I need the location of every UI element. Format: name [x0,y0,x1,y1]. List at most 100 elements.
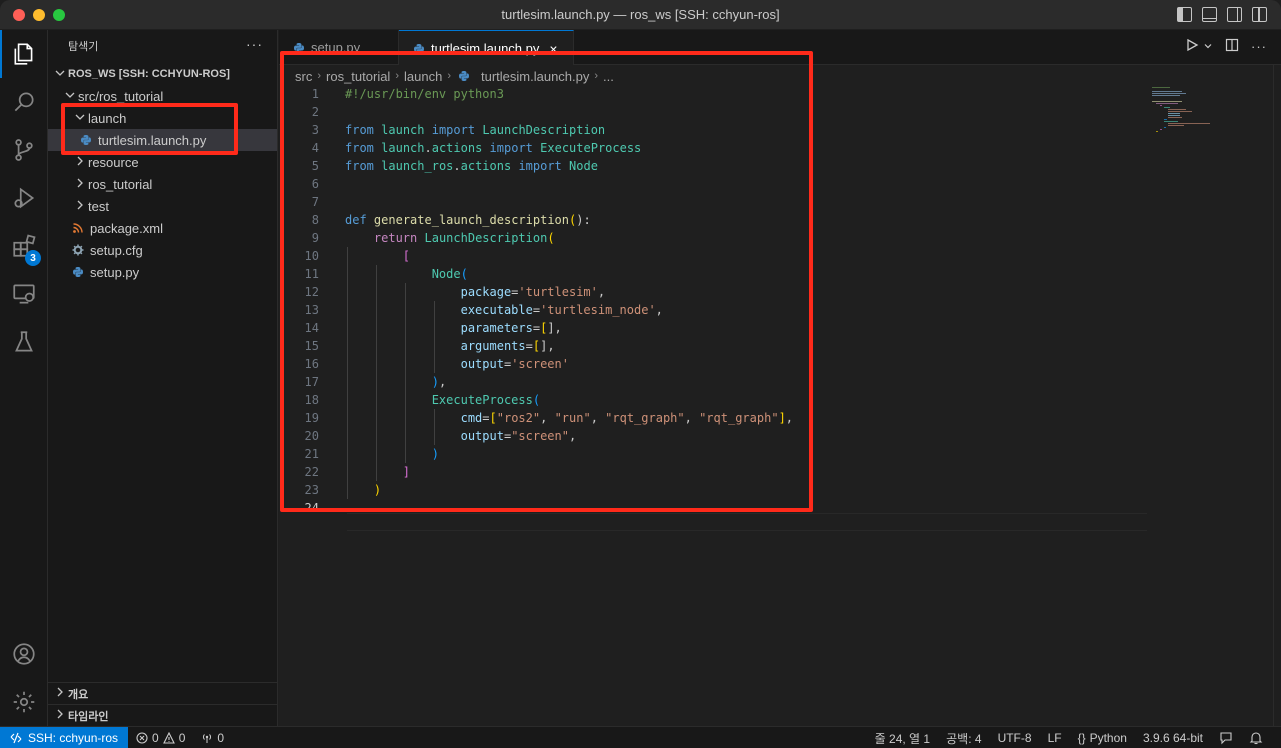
code-line[interactable]: 4 from launch.actions import ExecuteProce… [279,139,1149,157]
line-number: 16 [304,357,319,371]
chevron-right-icon: › [317,70,322,82]
breadcrumb-item[interactable]: ros_tutorial [326,69,390,84]
code-line[interactable]: 13 executable='turtlesim_node', [279,301,1149,319]
code-line[interactable]: 20 output="screen", [279,427,1149,445]
problems-indicator[interactable]: 0 0 [128,731,193,745]
ports-indicator[interactable]: 0 [193,731,232,745]
manage-gear-icon[interactable] [0,678,48,726]
chevron-right-icon [52,687,68,700]
extensions-icon[interactable]: 3 [0,222,48,270]
code-line[interactable]: 22 ] [279,463,1149,481]
explorer-title: 탐색기 [68,41,99,53]
explorer-icon[interactable] [0,30,48,78]
editor-area[interactable]: src › ros_tutorial › launch › turtlesim.… [279,51,1281,726]
code-line[interactable]: 23 ) [279,481,1149,499]
breadcrumb-item[interactable]: ... [603,69,614,84]
layout-controls [1177,7,1267,22]
chevron-down-icon [62,90,78,103]
code-line[interactable]: 16 output='screen' [279,355,1149,373]
code-line[interactable]: 7 [279,193,1149,211]
status-right-group: 줄 24, 열 1 공백: 4 UTF-8 LF {} Python 3.9.6… [867,727,1271,748]
run-python-file-icon[interactable] [1185,38,1199,55]
more-actions-icon[interactable]: ··· [1251,39,1267,54]
tree-folder-test[interactable]: test [48,195,277,217]
toggle-panel-icon[interactable] [1202,7,1217,22]
remote-explorer-icon[interactable] [0,270,48,318]
code-line[interactable]: 8 def generate_launch_description(): [279,211,1149,229]
timeline-section[interactable]: 타임라인 [48,704,277,726]
ports-count: 0 [217,730,225,745]
code-line[interactable]: 11 Node( [279,265,1149,283]
code-line[interactable]: 15 arguments=[], [279,337,1149,355]
explorer-header: 탐색기 ··· [48,30,277,62]
tree-file-setup-py[interactable]: setup.py [48,261,277,283]
run-debug-icon[interactable] [0,174,48,222]
toggle-primary-sidebar-icon[interactable] [1177,7,1192,22]
vertical-scrollbar[interactable] [1273,65,1281,726]
line-number: 14 [304,321,319,335]
notifications-bell-icon[interactable] [1241,731,1271,745]
feedback-icon[interactable] [1211,731,1241,745]
testing-icon[interactable] [0,318,48,366]
code-line[interactable]: 5 from launch_ros.actions import Node [279,157,1149,175]
tree-file-setup-cfg[interactable]: setup.cfg [48,239,277,261]
python-interpreter[interactable]: 3.9.6 64-bit [1135,731,1211,745]
run-dropdown-chevron-icon[interactable] [1203,39,1213,54]
workspace-root[interactable]: ROS_WS [SSH: CCHYUN-ROS] [48,63,277,85]
customize-layout-icon[interactable] [1252,7,1267,22]
line-content: from launch import LaunchDescription [345,123,606,137]
breadcrumb-item[interactable]: src [295,69,312,84]
tree-file-package-xml[interactable]: package.xml [48,217,277,239]
line-number: 18 [304,393,319,407]
outline-section[interactable]: 개요 [48,682,277,704]
code-line[interactable]: 24 [279,499,1149,517]
code-line[interactable]: 19 cmd=["ros2", "run", "rqt_graph", "rqt… [279,409,1149,427]
tree-label: src/ros_tutorial [78,88,164,104]
code-line[interactable]: 18 ExecuteProcess( [279,391,1149,409]
remote-indicator[interactable]: SSH: cchyun-ros [0,726,129,748]
status-bar: SSH: cchyun-ros 0 0 0 줄 24, 열 1 공백: 4 UT… [0,726,1281,748]
code-line[interactable]: 17 ), [279,373,1149,391]
close-window-button[interactable] [13,9,25,21]
minimap[interactable] [1152,85,1252,145]
code-line[interactable]: 14 parameters=[], [279,319,1149,337]
breadcrumb-item[interactable]: turtlesim.launch.py [481,69,589,84]
maximize-window-button[interactable] [53,9,65,21]
tree-file-turtlesim-launch[interactable]: turtlesim.launch.py [48,129,277,151]
end-of-line[interactable]: LF [1040,731,1070,745]
code-line[interactable]: 2 [279,103,1149,121]
tree-label: test [88,198,109,214]
code-line[interactable]: 9 return LaunchDescription( [279,229,1149,247]
indentation[interactable]: 공백: 4 [938,730,989,747]
tree-label: setup.cfg [90,242,143,258]
code-line[interactable]: 10 [ [279,247,1149,265]
search-icon[interactable] [0,78,48,126]
code-line[interactable]: 12 package='turtlesim', [279,283,1149,301]
cursor-position[interactable]: 줄 24, 열 1 [867,730,938,747]
close-tab-icon[interactable]: × [549,41,557,57]
more-actions-button[interactable]: ··· [246,36,263,52]
code-line[interactable]: 1 #!/usr/bin/env python3 [279,85,1149,103]
line-number: 10 [304,249,319,263]
language-mode[interactable]: {} Python [1070,731,1135,745]
source-control-icon[interactable] [0,126,48,174]
tab-turtlesim-launch[interactable]: turtlesim.launch.py × [399,30,574,66]
encoding[interactable]: UTF-8 [990,731,1040,745]
accounts-icon[interactable] [0,630,48,678]
toggle-secondary-sidebar-icon[interactable] [1227,7,1242,22]
line-content: output='screen' [460,357,569,371]
python-file-icon [456,68,472,84]
tree-folder-src-ros-tutorial[interactable]: src/ros_tutorial [48,85,277,107]
warning-icon [162,731,175,744]
tree-folder-resource[interactable]: resource [48,151,277,173]
minimize-window-button[interactable] [33,9,45,21]
breadcrumb-item[interactable]: launch [404,69,442,84]
tree-label: turtlesim.launch.py [98,132,207,148]
code-line[interactable]: 6 [279,175,1149,193]
tab-setup-py[interactable]: setup.py [279,30,399,65]
tree-folder-launch[interactable]: launch [48,107,277,129]
code-line[interactable]: 21 ) [279,445,1149,463]
tree-folder-ros-tutorial[interactable]: ros_tutorial [48,173,277,195]
split-editor-icon[interactable] [1225,38,1239,55]
code-line[interactable]: 3 from launch import LaunchDescription [279,121,1149,139]
